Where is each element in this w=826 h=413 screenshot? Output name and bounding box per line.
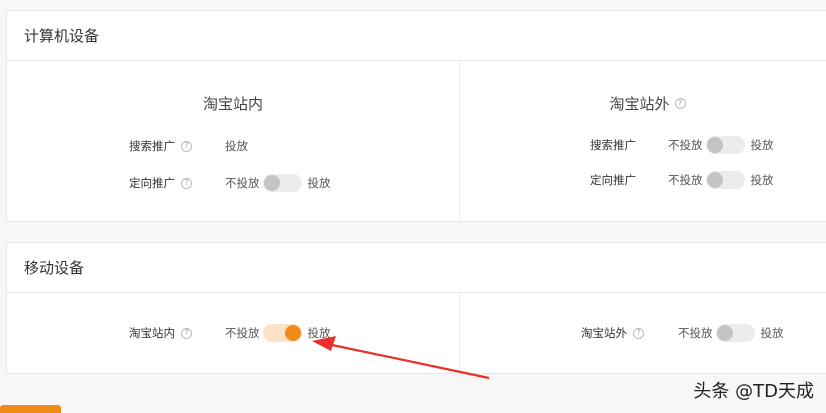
computer-inside-search-label: 搜索推广 xyxy=(129,139,175,153)
mobile-outside-toggle[interactable] xyxy=(715,324,755,342)
mobile-outside-label: 淘宝站外 xyxy=(581,326,627,340)
mobile-outside-label-wrap: 淘宝站外 ? xyxy=(581,325,678,341)
mobile-inside-label: 淘宝站内 xyxy=(129,326,175,340)
help-icon[interactable]: ? xyxy=(181,140,192,152)
mobile-taobao-outside-section: 淘宝站外 ? 不投放 投放 xyxy=(459,293,826,373)
mobile-devices-title: 移动设备 xyxy=(7,243,826,293)
orange-button-edge[interactable] xyxy=(0,405,61,413)
mobile-inside-toggle[interactable] xyxy=(262,324,302,342)
toggle-off-label: 不投放 xyxy=(668,138,703,152)
computer-outside-targeted-label: 定向推广 xyxy=(590,173,636,187)
toggle-knob xyxy=(706,137,723,153)
computer-outside-search-label-wrap: 搜索推广 xyxy=(590,137,668,153)
help-icon[interactable]: ? xyxy=(181,327,192,339)
mobile-devices-panel: 移动设备 淘宝站内 ? 不投放 投放 淘宝站外 ? 不投放 投放 xyxy=(6,242,826,374)
help-icon[interactable]: ? xyxy=(181,177,192,189)
mobile-outside-row: 淘宝站外 ? 不投放 投放 xyxy=(581,323,784,343)
toggle-on-label: 投放 xyxy=(760,326,784,340)
toggle-knob xyxy=(263,175,280,191)
computer-inside-search-row: 搜索推广 ? 投放 xyxy=(129,136,248,156)
help-icon[interactable]: ? xyxy=(633,327,644,339)
computer-inside-targeted-toggle[interactable] xyxy=(262,174,302,192)
computer-outside-search-label: 搜索推广 xyxy=(590,138,636,152)
mobile-taobao-inside-section: 淘宝站内 ? 不投放 投放 xyxy=(7,293,459,373)
computer-devices-title: 计算机设备 xyxy=(7,11,826,61)
computer-outside-targeted-label-wrap: 定向推广 xyxy=(590,172,668,188)
computer-inside-targeted-label: 定向推广 xyxy=(129,176,175,190)
computer-inside-search-value: 投放 xyxy=(225,139,248,153)
watermark: 头条 @TD天成 xyxy=(693,381,814,402)
toggle-on-label: 投放 xyxy=(750,138,774,152)
computer-taobao-inside-title: 淘宝站内 xyxy=(7,93,459,114)
toggle-on-label: 投放 xyxy=(750,173,774,187)
toggle-off-label: 不投放 xyxy=(668,173,703,187)
computer-inside-targeted-label-wrap: 定向推广 ? xyxy=(129,175,225,191)
computer-taobao-outside-section: 淘宝站外 ? 搜索推广 不投放 投放 定向推广 不投放 投放 xyxy=(459,61,826,221)
computer-inside-targeted-row: 定向推广 ? 不投放 投放 xyxy=(129,173,331,193)
toggle-off-label: 不投放 xyxy=(678,326,713,340)
computer-outside-targeted-row: 定向推广 不投放 投放 xyxy=(590,170,774,190)
computer-devices-panel: 计算机设备 淘宝站内 搜索推广 ? 投放 定向推广 ? 不投放 投放 淘宝站外 … xyxy=(6,10,826,222)
computer-outside-targeted-toggle[interactable] xyxy=(705,171,745,189)
toggle-knob xyxy=(706,172,723,188)
computer-taobao-outside-title-text: 淘宝站外 xyxy=(609,95,670,113)
toggle-on-label: 投放 xyxy=(307,326,331,340)
toggle-knob xyxy=(284,325,301,341)
computer-outside-search-toggle[interactable] xyxy=(705,136,745,154)
computer-inside-search-label-wrap: 搜索推广 ? xyxy=(129,138,225,154)
toggle-knob xyxy=(716,325,733,341)
help-icon[interactable]: ? xyxy=(674,98,686,109)
mobile-inside-label-wrap: 淘宝站内 ? xyxy=(129,325,225,341)
computer-outside-search-row: 搜索推广 不投放 投放 xyxy=(590,135,774,155)
mobile-inside-row: 淘宝站内 ? 不投放 投放 xyxy=(129,323,331,343)
computer-taobao-inside-section: 淘宝站内 搜索推广 ? 投放 定向推广 ? 不投放 投放 xyxy=(7,61,459,221)
computer-taobao-inside-title-text: 淘宝站内 xyxy=(202,95,263,113)
computer-taobao-outside-title: 淘宝站外 ? xyxy=(460,93,826,114)
toggle-off-label: 不投放 xyxy=(225,176,260,190)
toggle-on-label: 投放 xyxy=(307,176,331,190)
toggle-off-label: 不投放 xyxy=(225,326,260,340)
